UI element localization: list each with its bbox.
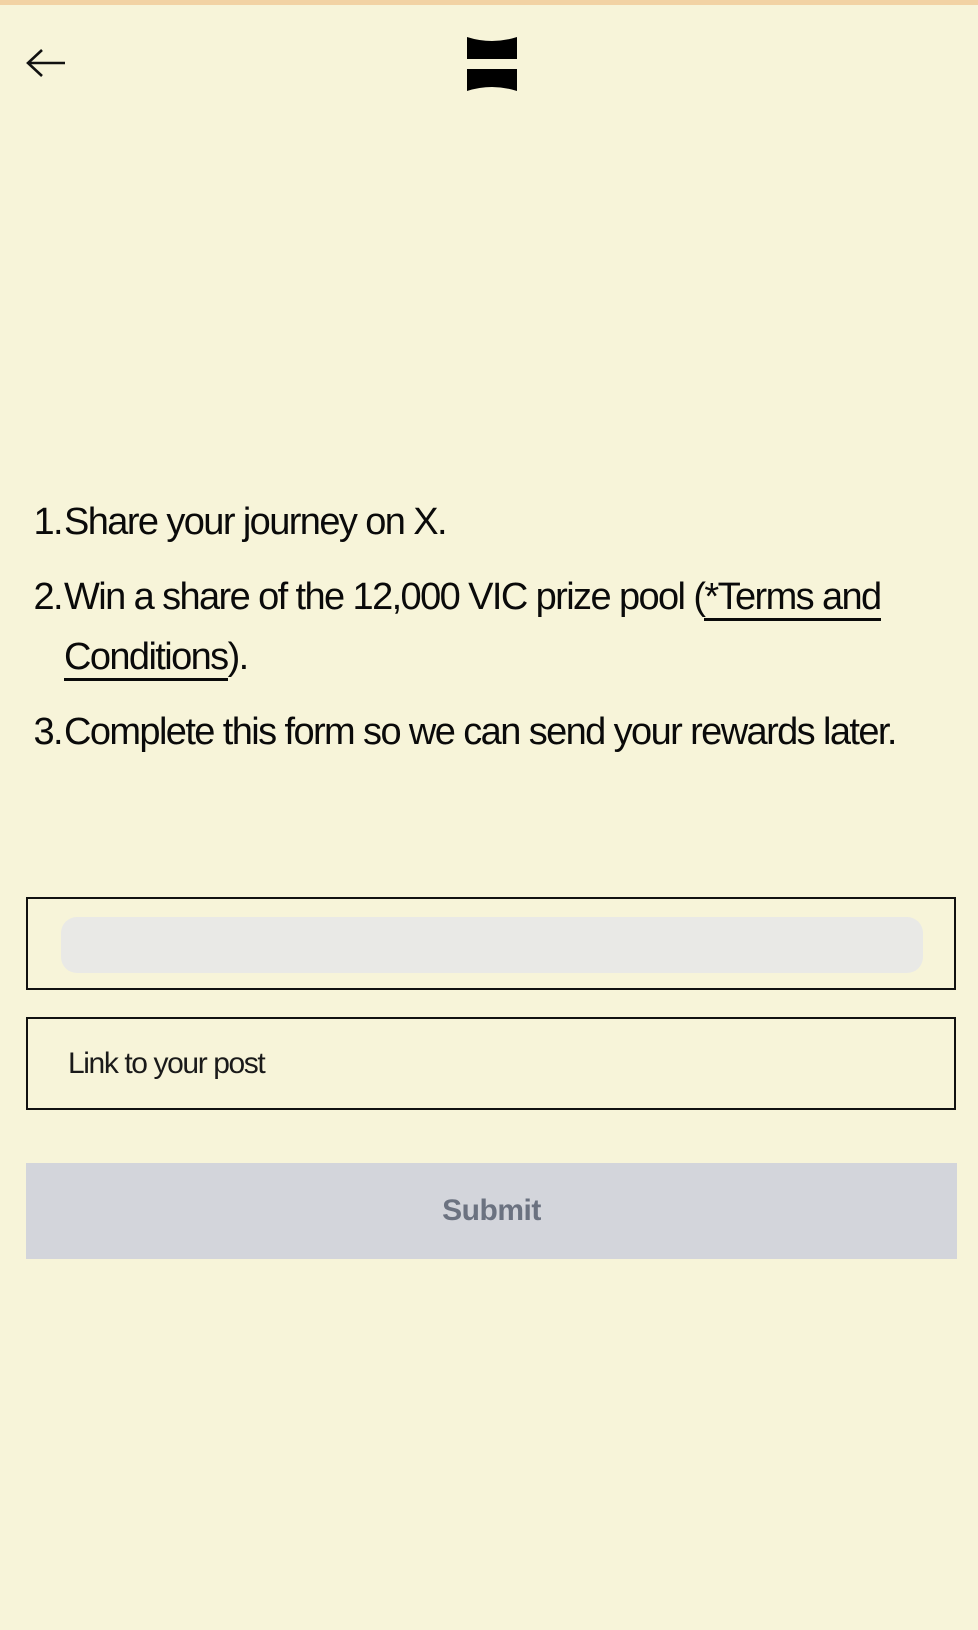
back-button[interactable] [20,38,72,88]
arrow-left-icon [26,49,65,77]
step-number: 2. [33,576,64,618]
step-number: 1. [33,501,64,543]
loading-placeholder [61,917,923,973]
submit-button[interactable]: Submit [26,1163,957,1259]
step-text-before-link: Win a share of the 12,000 VIC prize pool… [64,576,706,618]
top-accent-strip [0,0,978,5]
post-link-field-box[interactable] [26,1017,956,1110]
step-item: 3. Complete this form so we can send you… [26,702,966,762]
step-text: Complete this form so we can send your r… [64,711,897,753]
step-item: 1. Share your journey on X. [26,492,966,552]
instructions-list: 1. Share your journey on X. 2. Win a sha… [26,492,966,777]
brand-logo-icon [467,37,517,91]
step-text: Share your journey on X. [64,501,448,543]
post-link-input[interactable] [28,1019,954,1108]
step-text-after-link: ). [227,636,250,678]
step-number: 3. [33,711,64,753]
step-text: Win a share of the 12,000 VIC prize pool… [64,567,966,687]
step-item: 2. Win a share of the 12,000 VIC prize p… [26,567,966,687]
account-field-box[interactable] [26,897,956,990]
